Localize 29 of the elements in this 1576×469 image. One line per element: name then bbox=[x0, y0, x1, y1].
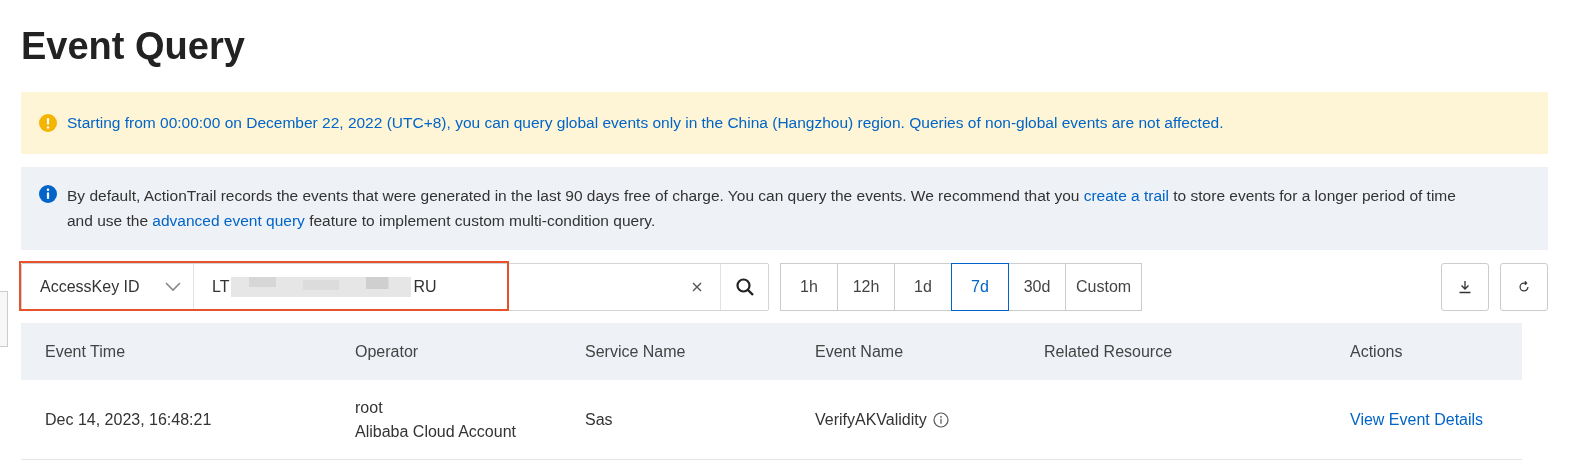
page-title: Event Query bbox=[21, 24, 246, 69]
time-range-button[interactable]: 1h bbox=[780, 263, 838, 311]
view-details-link[interactable]: View Event Details bbox=[1350, 410, 1484, 429]
info-icon bbox=[39, 185, 57, 203]
refresh-icon bbox=[1517, 280, 1531, 294]
table-cell: Sas bbox=[585, 410, 613, 429]
time-range-button[interactable]: Custom bbox=[1065, 263, 1143, 311]
inline-link[interactable]: create a trail bbox=[1083, 187, 1169, 204]
time-range-button[interactable]: 30d bbox=[1008, 263, 1066, 311]
column-header: Event Time bbox=[44, 342, 127, 361]
table-cell: Dec 14, 2023, 16:48:21 bbox=[45, 410, 212, 429]
side-handle[interactable] bbox=[0, 291, 8, 347]
time-range-button[interactable]: 1d bbox=[894, 263, 952, 311]
info-icon[interactable] bbox=[932, 411, 949, 428]
column-header: Service Name bbox=[584, 342, 687, 361]
operator-type: Alibaba Cloud Account bbox=[355, 422, 516, 441]
table-cell: VerifyAKValidity bbox=[815, 410, 927, 429]
column-header: Related Resource bbox=[1043, 342, 1174, 361]
column-header: Actions bbox=[1349, 342, 1404, 361]
warning-icon bbox=[39, 114, 57, 132]
column-header: Event Name bbox=[814, 342, 905, 361]
time-range-button[interactable]: 12h bbox=[837, 263, 895, 311]
time-range-button[interactable]: 7d bbox=[951, 263, 1009, 311]
operator-name: root bbox=[355, 398, 383, 417]
column-header: Operator bbox=[354, 342, 420, 361]
download-icon bbox=[1457, 279, 1473, 295]
info-text: By default, ActionTrail records the events that were generated in the last 90 days free of charge. You can query the events. We recommend that you create a trail to store events for a longer period of time and use the advanced event query feature to implement custom multi-condition query. bbox=[67, 186, 1457, 231]
warning-text: Starting from 00:00:00 on December 22, 2022 (UTC+8), you can query global events only in the China (Hangzhou) region. Queries of non-global events are not affected. bbox=[67, 114, 1224, 132]
inline-link[interactable]: advanced event query bbox=[152, 212, 305, 229]
